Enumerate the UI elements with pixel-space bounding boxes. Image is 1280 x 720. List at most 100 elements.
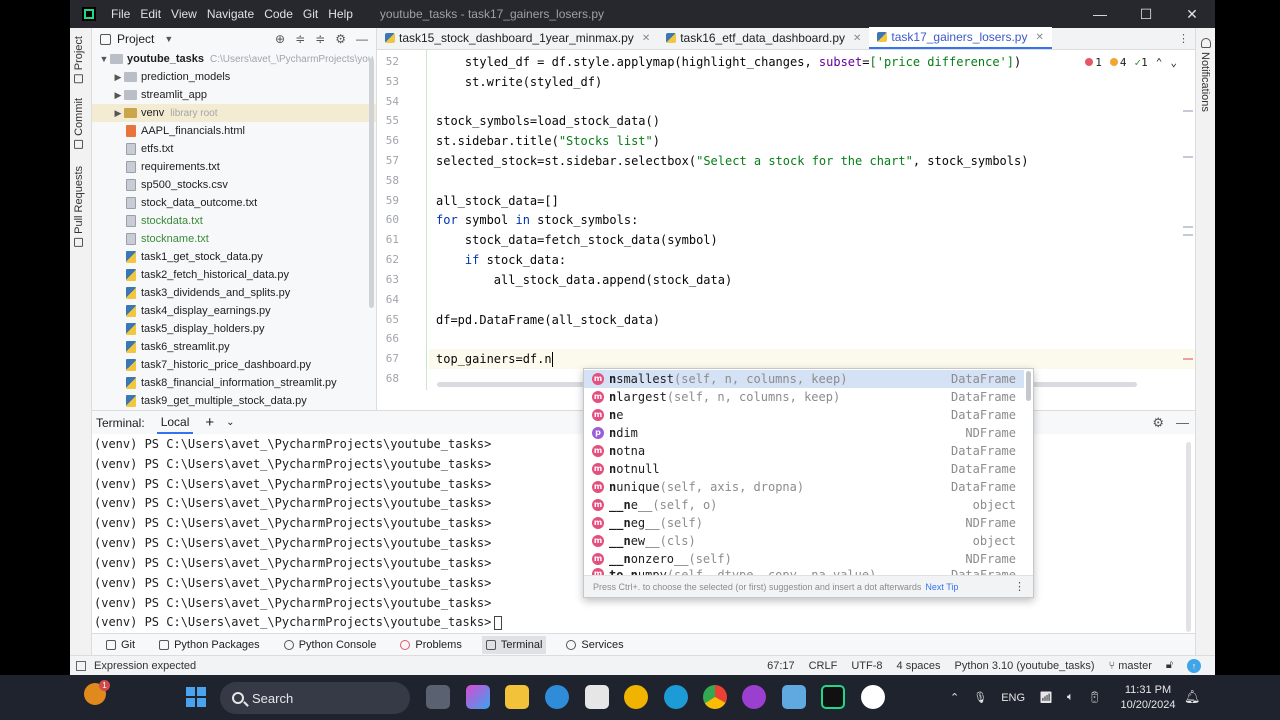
tree-item[interactable]: task1_get_stock_data.py	[92, 248, 376, 266]
menu-view[interactable]: View	[166, 7, 202, 21]
line-separator[interactable]: CRLF	[809, 660, 838, 672]
tree-item[interactable]: task6_streamlit.py	[92, 338, 376, 356]
chevron-down-icon[interactable]: ▼	[98, 54, 110, 64]
error-count[interactable]: 1	[1085, 56, 1102, 69]
game-app-icon[interactable]	[742, 685, 766, 709]
input-language[interactable]: ENG	[1001, 692, 1025, 704]
maximize-button[interactable]: ☐	[1123, 0, 1169, 28]
editor-scrollbar[interactable]	[1183, 110, 1193, 370]
tree-item[interactable]: task8_financial_information_streamlit.py	[92, 374, 376, 392]
crosshair-icon[interactable]: ⊕	[275, 32, 285, 46]
tab-task17[interactable]: task17_gainers_losers.py ✕	[869, 27, 1052, 49]
expand-all-icon[interactable]: ≑	[295, 32, 305, 46]
completion-item[interactable]: m nunique (self, axis, dropna) DataFrame	[584, 478, 1024, 496]
more-options-icon[interactable]: ⋮	[1014, 580, 1025, 593]
tab-task16[interactable]: task16_etf_data_dashboard.py ✕	[658, 27, 869, 49]
tree-item[interactable]: ▶ prediction_models	[92, 68, 376, 86]
tree-item[interactable]: stock_data_outcome.txt	[92, 194, 376, 212]
completion-scrollbar[interactable]	[1026, 371, 1031, 401]
tree-item[interactable]: task3_dividends_and_splits.py	[92, 284, 376, 302]
chevron-down-icon[interactable]: ⌄	[1170, 56, 1177, 69]
notifications-tool-tab[interactable]: Notifications	[1199, 52, 1211, 112]
tab-terminal[interactable]: Terminal	[481, 635, 547, 654]
gear-icon[interactable]: ⚙	[1152, 415, 1164, 431]
code-editor[interactable]: 52 53 54 55 56 57 58 59 60 61 62 63 64 6…	[377, 50, 1195, 410]
menu-navigate[interactable]: Navigate	[202, 7, 259, 21]
next-tip-link[interactable]: Next Tip	[925, 582, 958, 592]
tree-item[interactable]: ▶ streamlit_app	[92, 86, 376, 104]
tree-item[interactable]: task5_display_holders.py	[92, 320, 376, 338]
microphone-icon[interactable]: 🎙︎	[973, 691, 987, 704]
tab-python-packages[interactable]: Python Packages	[155, 636, 264, 654]
notifications-bell-icon[interactable]: 🔔︎	[1184, 689, 1201, 705]
edge-browser-icon[interactable]	[545, 685, 569, 709]
tree-item[interactable]: task9_get_multiple_stock_data.py	[92, 392, 376, 410]
menu-code[interactable]: Code	[259, 7, 298, 21]
tab-problems[interactable]: Problems	[396, 636, 465, 654]
minimize-button[interactable]: —	[1077, 0, 1123, 28]
chevron-up-icon[interactable]: ⌃	[1156, 56, 1163, 69]
collapse-all-icon[interactable]: ≑	[315, 32, 325, 46]
start-button[interactable]	[186, 687, 206, 707]
chevron-right-icon[interactable]: ▶	[112, 90, 124, 101]
volume-icon[interactable]: 🔈︎	[1067, 691, 1074, 704]
chevron-down-icon[interactable]: ⌄	[226, 417, 234, 428]
chrome-icon[interactable]	[703, 685, 727, 709]
hide-icon[interactable]: —	[1176, 415, 1189, 431]
file-encoding[interactable]: UTF-8	[851, 660, 882, 672]
battery-icon[interactable]: 🔋︎	[1088, 691, 1102, 704]
notepad-icon[interactable]	[782, 685, 806, 709]
completion-item[interactable]: m notnull DataFrame	[584, 460, 1024, 478]
completion-item[interactable]: m __ne__ (self, o) object	[584, 496, 1024, 514]
gear-icon[interactable]: ⚙	[335, 32, 346, 46]
menu-help[interactable]: Help	[323, 7, 358, 21]
terminal-scrollbar[interactable]	[1186, 442, 1191, 632]
tool-windows-icon[interactable]	[76, 660, 86, 671]
ok-count[interactable]: ✓1	[1135, 56, 1148, 69]
chrome-canary-icon[interactable]	[624, 685, 648, 709]
completion-item[interactable]: m notna DataFrame	[584, 442, 1024, 460]
update-icon[interactable]: ↑	[1187, 658, 1201, 673]
tree-item[interactable]: stockdata.txt	[92, 212, 376, 230]
tab-task15[interactable]: task15_stock_dashboard_1year_minmax.py ✕	[377, 27, 658, 49]
completion-item[interactable]: p ndim NDFrame	[584, 424, 1024, 442]
completion-item[interactable]: m __new__ (cls) object	[584, 532, 1024, 550]
tree-item[interactable]: etfs.txt	[92, 140, 376, 158]
weather-widget[interactable]: 1	[84, 680, 110, 705]
chevron-right-icon[interactable]: ▶	[112, 72, 124, 83]
project-view-selector[interactable]: Project	[117, 32, 154, 46]
task-view-icon[interactable]	[426, 685, 450, 709]
project-tool-tab[interactable]: Project	[73, 36, 85, 84]
file-explorer-icon[interactable]	[505, 685, 529, 709]
commit-tool-tab[interactable]: Commit	[73, 98, 85, 149]
tree-item[interactable]: task4_display_earnings.py	[92, 302, 376, 320]
chevron-up-icon[interactable]: ⌃	[950, 691, 959, 704]
more-tabs-icon[interactable]: ⋮	[1172, 32, 1195, 49]
tree-item[interactable]: task7_historic_price_dashboard.py	[92, 356, 376, 374]
chevron-right-icon[interactable]: ▶	[112, 108, 124, 119]
close-icon[interactable]: ✕	[853, 33, 861, 44]
hide-icon[interactable]: —	[356, 32, 368, 46]
store-icon[interactable]	[585, 685, 609, 709]
completion-item[interactable]: m nsmallest (self, n, columns, keep) Dat…	[584, 370, 1024, 388]
tab-git[interactable]: Git	[102, 636, 139, 654]
tab-python-console[interactable]: Python Console	[280, 636, 381, 654]
obs-icon[interactable]	[861, 685, 885, 709]
project-scrollbar[interactable]	[369, 58, 374, 308]
terminal-tab-local[interactable]: Local	[156, 412, 194, 434]
menu-file[interactable]: File	[106, 7, 135, 21]
inspections-widget[interactable]: 1 4 ✓1 ⌃ ⌄	[1085, 56, 1177, 69]
close-icon[interactable]: ✕	[642, 33, 650, 44]
indent-setting[interactable]: 4 spaces	[897, 660, 941, 672]
taskbar-search[interactable]: Search	[220, 682, 410, 714]
code-completion-popup[interactable]: m nsmallest (self, n, columns, keep) Dat…	[583, 368, 1034, 598]
copilot-icon[interactable]	[466, 685, 490, 709]
warning-count[interactable]: 4	[1109, 56, 1127, 69]
tree-item[interactable]: AAPL_financials.html	[92, 122, 376, 140]
close-icon[interactable]: ✕	[1035, 32, 1043, 43]
tree-item[interactable]: sp500_stocks.csv	[92, 176, 376, 194]
menu-edit[interactable]: Edit	[135, 7, 166, 21]
tab-services[interactable]: Services	[562, 636, 627, 654]
tree-item[interactable]: stockname.txt	[92, 230, 376, 248]
completion-item[interactable]: m nlargest (self, n, columns, keep) Data…	[584, 388, 1024, 406]
